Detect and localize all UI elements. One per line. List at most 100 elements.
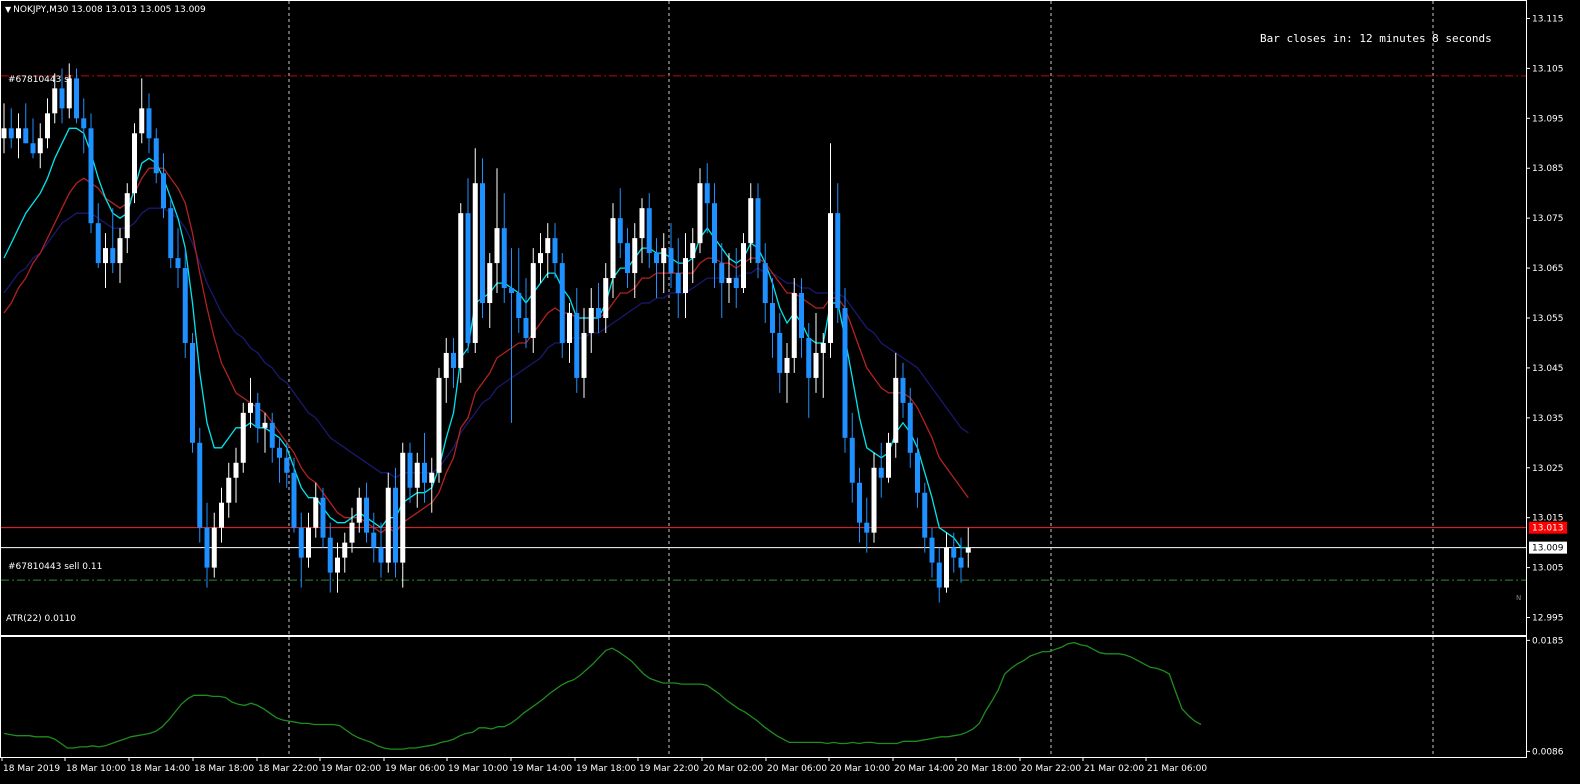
menu-triangle-icon[interactable]: ▼	[5, 5, 11, 14]
candle-bear	[762, 263, 768, 304]
candle-bear	[625, 243, 630, 274]
candle-bull	[248, 402, 253, 413]
candle-bull	[697, 183, 703, 244]
price-tick-label: 13.075	[1532, 214, 1564, 224]
candle-bear	[146, 108, 152, 139]
candle-bull	[472, 183, 478, 343]
candle-bull	[124, 193, 130, 239]
candle-bear	[81, 118, 87, 129]
candle-bear	[190, 342, 195, 443]
candle-bull	[262, 422, 268, 428]
candle-bear	[842, 308, 848, 438]
candle-bull	[37, 138, 43, 154]
candle-bull	[349, 522, 355, 543]
candle-bull	[871, 467, 877, 533]
scroll-marker: N	[1516, 594, 1522, 602]
candle-bear	[277, 447, 282, 458]
candle-bear	[552, 238, 558, 264]
time-tick-label: 19 Mar 22:00	[639, 764, 699, 774]
candle-bull	[886, 442, 891, 478]
candle-bull	[545, 238, 551, 254]
candle-bull	[429, 472, 435, 483]
candle-bull	[813, 352, 819, 378]
candle-bull	[610, 218, 616, 279]
candle-bear	[8, 128, 14, 139]
candle-bull	[342, 542, 348, 558]
time-tick-label: 19 Mar 02:00	[321, 764, 381, 774]
candle-bear	[407, 452, 413, 488]
candle-bear	[95, 223, 101, 264]
candle-bear	[516, 293, 522, 318]
order-entry-label: #67810443 sell 0.11	[8, 562, 103, 572]
candle-bull	[784, 357, 790, 373]
candle-bear	[922, 492, 928, 538]
candle-bear	[284, 457, 290, 473]
time-tick-label: 20 Mar 22:00	[1021, 764, 1081, 774]
candle-bear	[320, 497, 326, 538]
candle-bull	[726, 278, 732, 284]
candle-bull	[139, 108, 145, 134]
candle-bull	[132, 133, 137, 194]
candle-bear	[465, 213, 471, 343]
candle-bear	[719, 263, 725, 284]
candle-bear	[480, 183, 485, 304]
candle-bear	[559, 263, 565, 343]
candle-bull	[313, 497, 319, 528]
candle-bull	[588, 308, 594, 333]
candle-bear	[915, 452, 920, 493]
price-tick-label: 13.085	[1532, 164, 1564, 174]
chart-title: ▼ NOKJPY,M30 13.008 13.013 13.005 13.009	[5, 5, 206, 15]
candle-bull	[741, 243, 746, 289]
candle-bear	[378, 547, 384, 563]
candle-bear	[509, 288, 514, 294]
candle-bear	[646, 208, 652, 254]
price-tick-label: 13.105	[1532, 64, 1564, 74]
candle-bull	[893, 377, 899, 443]
time-tick-label: 18 Mar 18:00	[194, 764, 254, 774]
candle-bull	[632, 238, 638, 274]
time-axis: 18 Mar 2019 18 Mar 10:00 18 Mar 14:00 18 Ma…	[1, 757, 1207, 774]
candle-bear	[88, 128, 94, 224]
time-tick-label: 19 Mar 10:00	[448, 764, 508, 774]
candle-bear	[161, 173, 166, 209]
candle-bear	[197, 442, 203, 528]
candle-bull	[820, 342, 826, 353]
candle-bear	[900, 377, 906, 403]
price-tick-label: 13.025	[1532, 464, 1564, 474]
order-lines	[1, 75, 1526, 581]
candle-bear	[422, 462, 427, 483]
candle-bull	[414, 462, 420, 488]
candle-bear	[168, 208, 174, 259]
candle-bear	[59, 88, 65, 109]
candle-bear	[777, 332, 783, 373]
candle-bull	[233, 462, 239, 478]
time-tick-label: 20 Mar 14:00	[894, 764, 954, 774]
candle-bear	[929, 537, 935, 563]
candle-bear	[958, 557, 964, 568]
stop-loss-label: #67810443 sl	[8, 75, 72, 85]
candle-bear	[574, 313, 580, 378]
candle-bull	[748, 198, 754, 244]
candle-bear	[501, 228, 507, 289]
candle-bear	[182, 268, 188, 343]
candle-bear	[371, 532, 377, 548]
time-tick-label: 20 Mar 10:00	[830, 764, 890, 774]
candle-bull	[538, 253, 543, 264]
atr-label: ATR(22) 0.0110	[6, 614, 77, 624]
time-tick-label: 18 Mar 14:00	[130, 764, 190, 774]
candle-bear	[878, 467, 884, 478]
candle-bear	[668, 248, 674, 274]
time-tick-label: 21 Mar 02:00	[1084, 764, 1144, 774]
candle-bear	[704, 183, 710, 204]
candle-bear	[269, 422, 275, 448]
last-price-tag: 13.009	[1532, 544, 1564, 554]
candle-bull	[335, 557, 340, 573]
candle-bull	[45, 113, 50, 139]
candle-bear	[936, 562, 942, 588]
candle-bear	[291, 472, 297, 528]
candle-bear	[523, 318, 529, 338]
atr-axis: 0.0185 0.0086	[1526, 636, 1564, 757]
candle-bear	[175, 258, 181, 269]
candle-bull	[436, 377, 442, 473]
time-tick-label: 20 Mar 06:00	[767, 764, 827, 774]
